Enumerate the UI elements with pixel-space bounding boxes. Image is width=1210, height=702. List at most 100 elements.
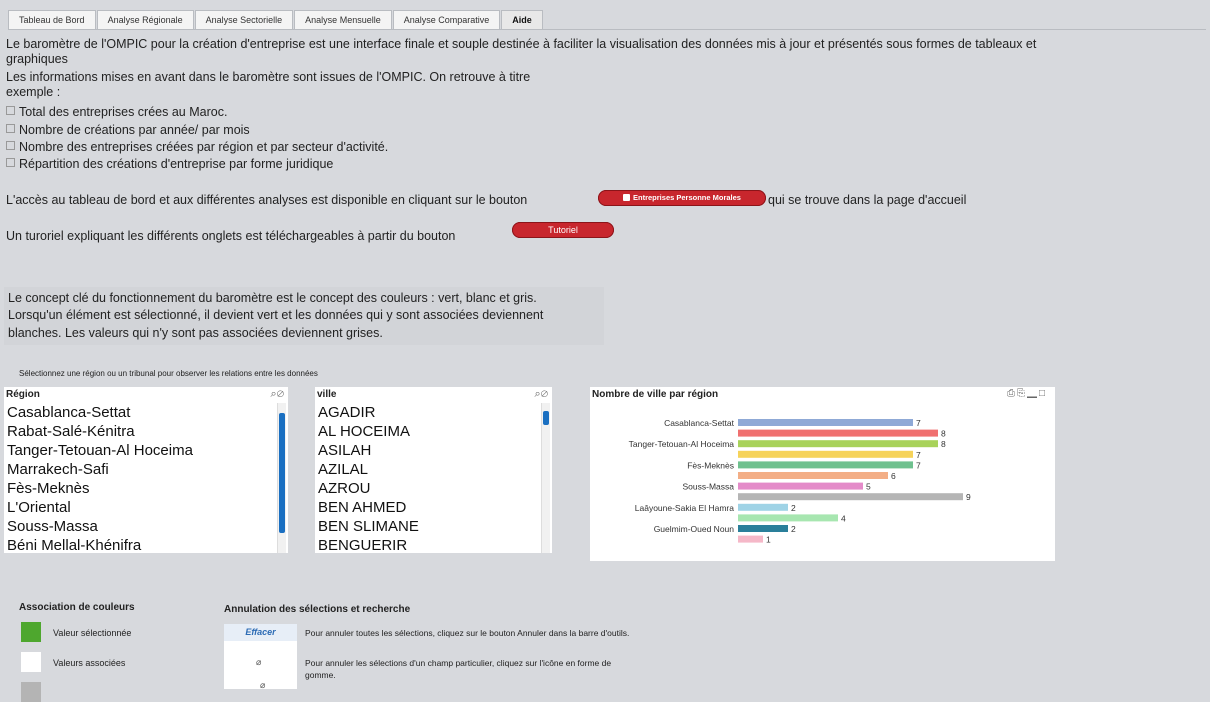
tab-tableau-de-bord[interactable]: Tableau de Bord bbox=[8, 10, 96, 30]
bullet-text: Répartition des créations d'entreprise p… bbox=[19, 157, 334, 171]
tab-aide[interactable]: Aide bbox=[501, 10, 543, 30]
bullet-text: Nombre des entreprises créées par région… bbox=[19, 140, 389, 154]
annulation-title: Annulation des sélections et recherche bbox=[224, 604, 411, 615]
category-label[interactable]: Guelmim-Oued Noun bbox=[654, 524, 735, 534]
chart-bar[interactable] bbox=[738, 525, 788, 532]
ville-scrollbar[interactable] bbox=[541, 403, 550, 553]
scroll-thumb[interactable] bbox=[543, 411, 549, 425]
checkbox-icon bbox=[6, 141, 15, 150]
region-items: Casablanca-Settat Rabat-Salé-Kénitra Tan… bbox=[7, 403, 275, 553]
select-hint: Sélectionnez une région ou un tribunal p… bbox=[19, 369, 318, 378]
list-item[interactable]: AZILAL bbox=[318, 460, 538, 479]
bullet-text: Total des entreprises crées au Maroc. bbox=[19, 105, 228, 119]
concept-box: Le concept clé du fonctionnement du baro… bbox=[4, 287, 604, 345]
chart-bar[interactable] bbox=[738, 440, 938, 448]
chart-bar[interactable] bbox=[738, 450, 913, 458]
chart-bar[interactable] bbox=[738, 482, 863, 490]
tutorial-text: Un turoriel expliquant les différents on… bbox=[6, 229, 456, 243]
chart-bar[interactable] bbox=[738, 535, 763, 543]
ville-list-tools: ⌕⌀ bbox=[535, 388, 548, 401]
bullet-item: Total des entreprises crées au Maroc. bbox=[6, 105, 227, 120]
effacer-button[interactable]: Effacer bbox=[224, 624, 297, 641]
tutoriel-button[interactable]: Tutoriel bbox=[512, 222, 614, 238]
legend-swatch-selected bbox=[21, 622, 41, 642]
category-label[interactable]: Souss-Massa bbox=[683, 482, 735, 492]
scroll-thumb[interactable] bbox=[279, 413, 285, 533]
eraser-icon[interactable]: ⌀ bbox=[541, 388, 548, 400]
annulation-box: Effacer ⌀ ⌀ bbox=[224, 624, 297, 690]
chart-panel: Nombre de ville par région ⎙⎘▁□ 7 Casabla… bbox=[590, 387, 1055, 561]
tab-analyse-mensuelle[interactable]: Analyse Mensuelle bbox=[294, 10, 392, 30]
eraser-icon: ⌀ bbox=[256, 657, 262, 667]
bullet-item: Nombre de créations par année/ par mois bbox=[6, 123, 250, 138]
annulation-row-1: Pour annuler toutes les sélections, cliq… bbox=[305, 628, 630, 638]
bar-value-label: 6 bbox=[891, 471, 896, 481]
list-item[interactable]: Casablanca-Settat bbox=[7, 403, 275, 422]
entreprises-personne-morales-button[interactable]: Entreprises Personne Morales bbox=[598, 190, 766, 206]
chart-bar[interactable] bbox=[738, 419, 913, 426]
ville-list-title: ville bbox=[317, 389, 337, 400]
checkbox-icon bbox=[6, 158, 15, 167]
category-label[interactable]: Tanger-Tetouan-Al Hoceima bbox=[629, 439, 735, 449]
bar-value-label: 5 bbox=[866, 482, 871, 492]
region-scrollbar[interactable] bbox=[277, 403, 286, 553]
list-item[interactable]: AL HOCEIMA bbox=[318, 422, 538, 441]
list-item[interactable]: ASILAH bbox=[318, 441, 538, 460]
tab-analyse-comparative[interactable]: Analyse Comparative bbox=[392, 10, 501, 30]
list-item[interactable]: Tanger-Tetouan-Al Hoceima bbox=[7, 441, 275, 460]
list-item[interactable]: Fès-Meknès bbox=[7, 479, 275, 498]
bullet-text: Nombre de créations par année/ par mois bbox=[19, 123, 250, 137]
annulation-row-2: Pour annuler les sélections d'un champ p… bbox=[305, 658, 612, 680]
access-text: L'accès au tableau de bord et aux différ… bbox=[6, 193, 528, 207]
list-item[interactable]: BEN SLIMANE bbox=[318, 517, 538, 536]
bullet-item: Répartition des créations d'entreprise p… bbox=[6, 157, 333, 172]
document-icon bbox=[623, 194, 631, 201]
tab-analyse-sectorielle[interactable]: Analyse Sectorielle bbox=[194, 10, 294, 30]
list-item[interactable]: AZROU bbox=[318, 479, 538, 498]
bar-value-label: 8 bbox=[941, 429, 946, 439]
category-label[interactable]: Fès-Meknès bbox=[687, 460, 734, 470]
legend-title: Association de couleurs bbox=[19, 602, 135, 613]
list-item[interactable]: Rabat-Salé-Kénitra bbox=[7, 422, 275, 441]
bar-value-label: 2 bbox=[791, 524, 796, 534]
bar-value-label: 7 bbox=[916, 460, 921, 470]
legend-swatch-excluded bbox=[21, 682, 41, 702]
bar-value-label: 9 bbox=[966, 492, 971, 502]
legend-label-selected: Valeur sélectionnée bbox=[53, 628, 132, 638]
bar-value-label: 8 bbox=[941, 439, 946, 449]
chart-bar[interactable] bbox=[738, 461, 913, 469]
checkbox-icon bbox=[6, 124, 15, 133]
intro-sources: Les informations mises en avant dans le … bbox=[6, 70, 531, 99]
bar-chart: 7 Casablanca-Settat 88 Tanger-Tetouan-Al Ho… bbox=[629, 418, 971, 545]
concept-line-1: Le concept clé du fonctionnement du baro… bbox=[8, 291, 537, 305]
list-item[interactable]: BENGUERIR bbox=[318, 536, 538, 553]
list-item[interactable]: L'Oriental bbox=[7, 498, 275, 517]
checkbox-icon bbox=[6, 106, 15, 115]
bar-value-label: 1 bbox=[766, 535, 771, 545]
chart-bar[interactable] bbox=[738, 514, 838, 522]
region-list-tools: ⌕⌀ bbox=[271, 388, 284, 401]
bar-value-label: 7 bbox=[916, 418, 921, 428]
eraser-icon[interactable]: ⌀ bbox=[277, 388, 284, 400]
list-item[interactable]: Souss-Massa bbox=[7, 517, 275, 536]
tab-divider bbox=[8, 29, 1206, 30]
region-list-title: Région bbox=[6, 389, 40, 400]
category-label[interactable]: Casablanca-Settat bbox=[664, 418, 735, 428]
chart-bar[interactable] bbox=[738, 503, 788, 511]
access-text-after: qui se trouve dans la page d'accueil bbox=[768, 193, 967, 207]
tab-analyse-regionale[interactable]: Analyse Régionale bbox=[96, 10, 194, 30]
ville-listbox: ville ⌕⌀ AGADIR AL HOCEIMA ASILAH AZILAL… bbox=[315, 387, 552, 553]
concept-line-2: Lorsqu'un élément est sélectionné, il de… bbox=[8, 308, 544, 322]
chart-bar[interactable] bbox=[738, 429, 938, 437]
list-item[interactable]: Béni Mellal-Khénifra bbox=[7, 536, 275, 553]
chart-bar[interactable] bbox=[738, 493, 963, 501]
list-item[interactable]: AGADIR bbox=[318, 403, 538, 422]
list-item[interactable]: BEN AHMED bbox=[318, 498, 538, 517]
tab-bar: Tableau de Bord Analyse Régionale Analys… bbox=[8, 10, 544, 30]
button-label: Entreprises Personne Morales bbox=[633, 193, 741, 202]
list-item[interactable]: Marrakech-Safi bbox=[7, 460, 275, 479]
legend-label-associated: Valeurs associées bbox=[53, 658, 126, 668]
category-label[interactable]: Laâyoune-Sakia El Hamra bbox=[635, 503, 734, 513]
chart-bar[interactable] bbox=[738, 472, 888, 479]
bar-value-label: 7 bbox=[916, 450, 921, 460]
